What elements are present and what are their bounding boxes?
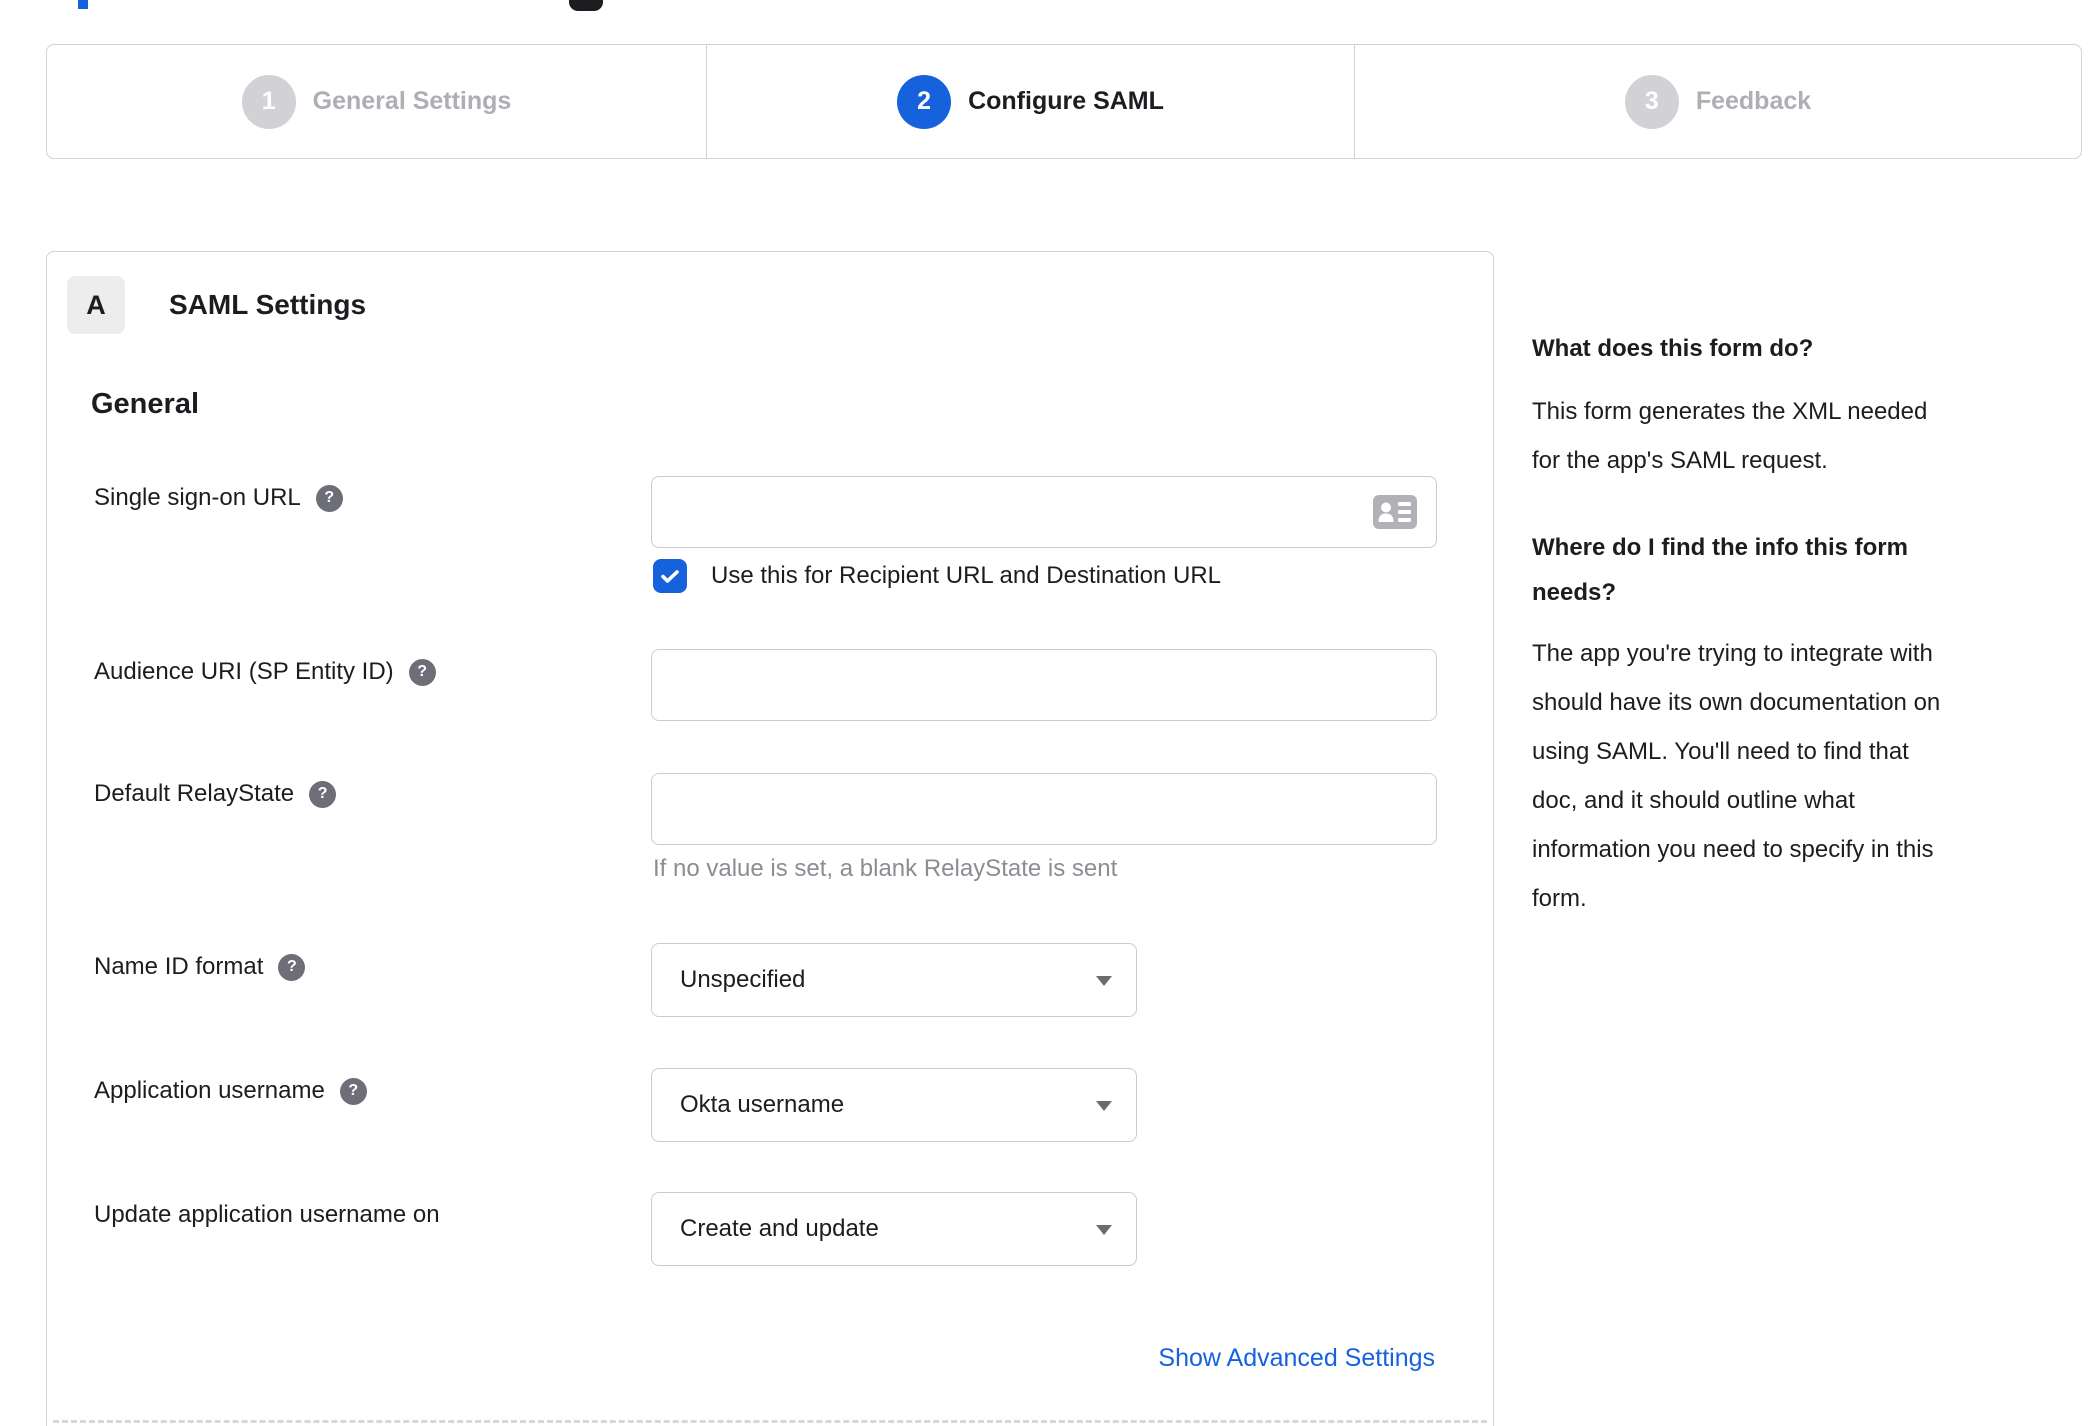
- relaystate-hint: If no value is set, a blank RelayState i…: [653, 855, 1118, 882]
- relaystate-label-row: Default RelayState ?: [94, 780, 337, 808]
- name-id-format-select[interactable]: Unspecified: [651, 943, 1137, 1017]
- step-tab-configure-saml[interactable]: 2 Configure SAML: [706, 45, 1354, 158]
- wizard-stepper: 1 General Settings 2 Configure SAML 3 Fe…: [46, 44, 2082, 159]
- help-text-what: This form generates the XML needed for t…: [1532, 398, 1928, 474]
- help-sidebar: What does this form do? This form genera…: [1532, 326, 2052, 923]
- update-username-label: Update application username on: [94, 1201, 440, 1228]
- contact-card-icon[interactable]: [1373, 495, 1417, 529]
- name-id-format-help-icon[interactable]: ?: [278, 953, 306, 981]
- update-username-label-row: Update application username on: [94, 1201, 440, 1229]
- app-username-label-row: Application username ?: [94, 1077, 367, 1105]
- recipient-url-checkbox-label: Use this for Recipient URL and Destinati…: [711, 562, 1222, 589]
- section-a-badge: A: [67, 276, 125, 334]
- sso-url-help-icon[interactable]: ?: [315, 484, 343, 512]
- name-id-format-value: Unspecified: [680, 966, 806, 993]
- recipient-url-checkbox[interactable]: [653, 559, 687, 593]
- help-text-where: The app you're trying to integrate with …: [1532, 640, 1941, 912]
- update-username-select[interactable]: Create and update: [651, 1192, 1137, 1266]
- audience-uri-label: Audience URI (SP Entity ID): [94, 658, 394, 685]
- relaystate-label: Default RelayState: [94, 780, 295, 807]
- step-number-badge: 2: [897, 74, 952, 129]
- section-title: SAML Settings: [169, 289, 367, 320]
- chevron-down-icon: [1096, 1101, 1112, 1111]
- cutoff-fragment-title: [569, 0, 603, 11]
- step-number-badge: 1: [241, 74, 296, 129]
- name-id-format-label: Name ID format: [94, 953, 264, 980]
- app-username-value: Okta username: [680, 1091, 845, 1118]
- relaystate-help-icon[interactable]: ?: [309, 780, 337, 808]
- step-label: General Settings: [312, 87, 512, 115]
- relaystate-input[interactable]: [651, 773, 1437, 845]
- app-username-select[interactable]: Okta username: [651, 1068, 1137, 1142]
- step-label: Feedback: [1695, 87, 1812, 115]
- show-advanced-settings-link[interactable]: Show Advanced Settings: [1158, 1344, 1435, 1373]
- step-number-badge: 3: [1624, 74, 1679, 129]
- help-heading-where: Where do I find the info this form needs…: [1532, 534, 1908, 606]
- app-username-label: Application username: [94, 1077, 325, 1104]
- configure-saml-page: 1 General Settings 2 Configure SAML 3 Fe…: [0, 0, 2092, 1426]
- help-heading-what: What does this form do?: [1532, 335, 1814, 362]
- cutoff-fragment-left: [78, 0, 88, 9]
- sso-url-input[interactable]: [651, 476, 1437, 548]
- step-tab-feedback[interactable]: 3 Feedback: [1354, 45, 2081, 158]
- panel-header: A SAML Settings: [67, 276, 366, 334]
- update-username-value: Create and update: [680, 1215, 879, 1242]
- step-label: Configure SAML: [968, 87, 1164, 115]
- app-username-help-icon[interactable]: ?: [339, 1077, 367, 1105]
- recipient-url-checkbox-row: Use this for Recipient URL and Destinati…: [653, 559, 1221, 593]
- sso-url-input-wrap: [651, 476, 1437, 548]
- chevron-down-icon: [1096, 976, 1112, 986]
- chevron-down-icon: [1096, 1225, 1112, 1235]
- saml-settings-panel: A SAML Settings General Single sign-on U…: [46, 251, 1494, 1426]
- audience-uri-help-icon[interactable]: ?: [408, 658, 436, 686]
- audience-uri-label-row: Audience URI (SP Entity ID) ?: [94, 658, 436, 686]
- audience-uri-input[interactable]: [651, 649, 1437, 721]
- name-id-format-label-row: Name ID format ?: [94, 953, 306, 981]
- section-dashed-divider: [53, 1420, 1487, 1423]
- sso-url-label-row: Single sign-on URL ?: [94, 484, 343, 512]
- sso-url-label: Single sign-on URL: [94, 484, 301, 511]
- general-heading: General: [91, 388, 199, 420]
- step-tab-general-settings[interactable]: 1 General Settings: [47, 45, 706, 158]
